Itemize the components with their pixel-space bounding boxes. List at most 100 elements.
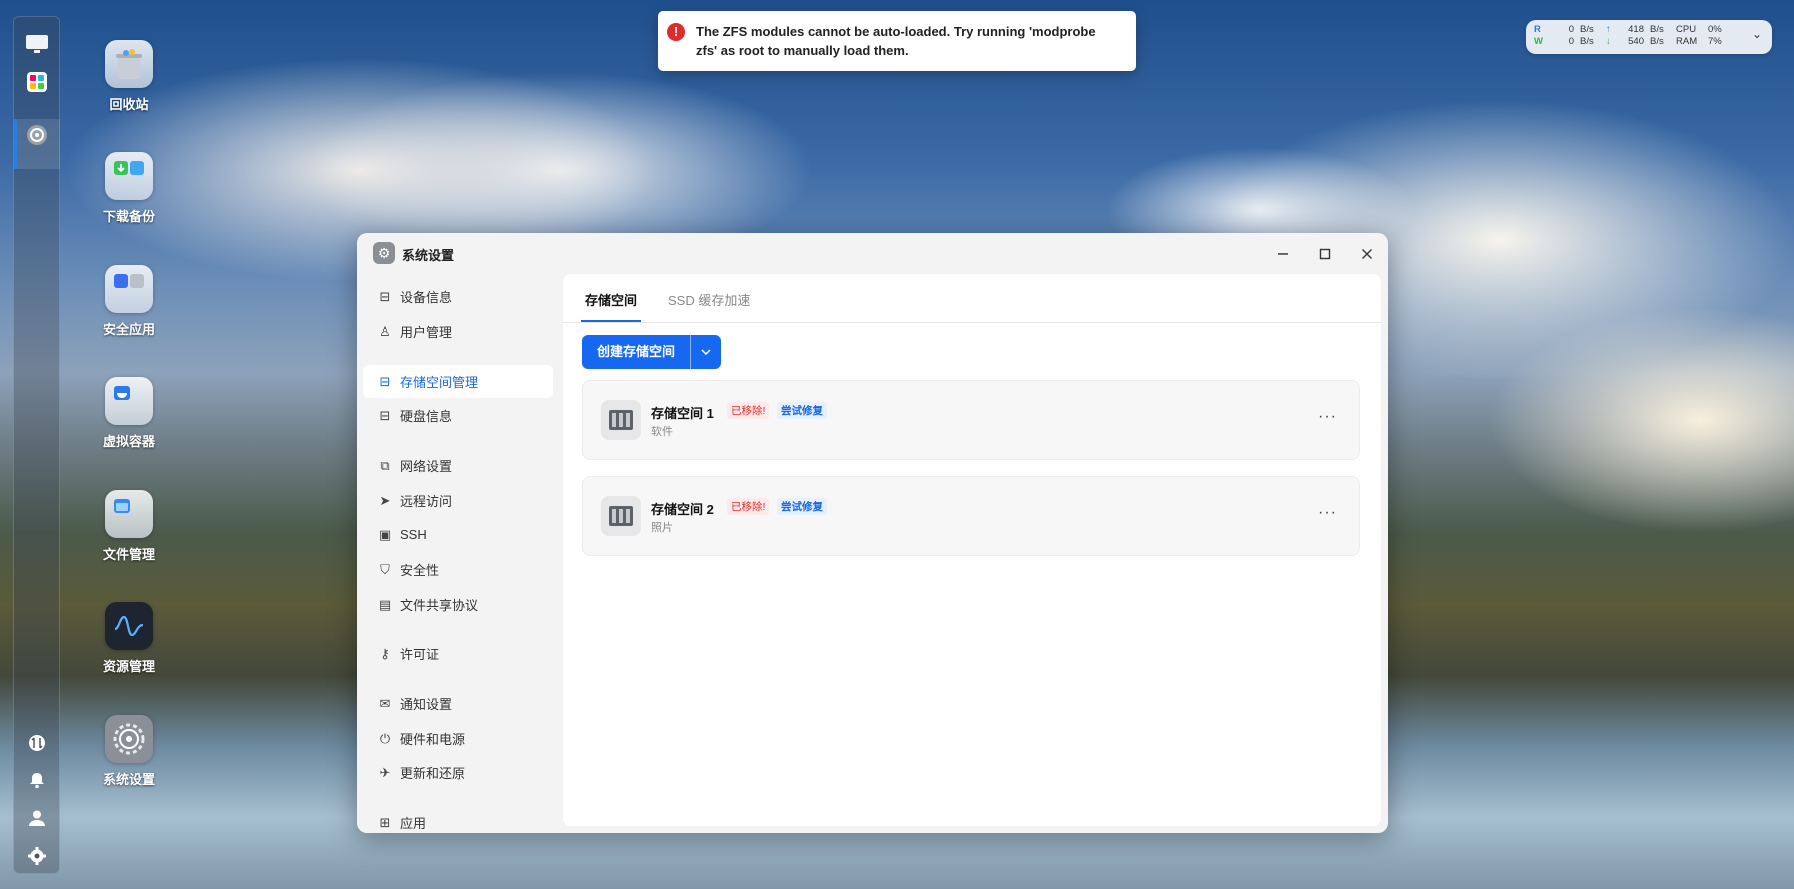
sidebar-item-update-restore[interactable]: ✈ 更新和还原 <box>363 756 553 789</box>
storage-space-card[interactable]: 存储空间 2 已移除! 尝试修复 照片 ··· <box>582 476 1360 556</box>
drive-icon: ⊟ <box>379 288 391 304</box>
tab-storage-space[interactable]: 存储空间 <box>585 290 637 309</box>
settings-gear-icon <box>105 715 153 763</box>
more-options-icon[interactable]: ··· <box>1318 408 1337 426</box>
active-tab-underline <box>581 320 641 322</box>
sidebar-item-label: 更新和还原 <box>400 766 466 781</box>
sidebar-item-security[interactable]: ⛉ 安全性 <box>363 553 553 586</box>
chevron-double-down-icon[interactable]: ⌄ <box>1752 27 1762 41</box>
minimize-icon[interactable] <box>1272 243 1294 265</box>
create-storage-button[interactable]: 创建存储空间 <box>582 335 691 369</box>
nas-drive-icon <box>601 496 641 536</box>
security-apps-icon <box>105 265 153 313</box>
docker-icon <box>105 377 153 425</box>
document-icon: ▤ <box>378 596 392 612</box>
upload-arrow-icon: ↑ <box>1606 24 1611 35</box>
sidebar-item-label: 安全性 <box>400 563 440 578</box>
close-icon[interactable] <box>1356 243 1378 265</box>
sidebar-item-user-management[interactable]: ♙ 用户管理 <box>363 315 553 348</box>
drive-icon: ⊟ <box>379 407 391 423</box>
chevron-down-icon[interactable] <box>690 335 722 369</box>
storage-icon: ⊟ <box>379 373 391 389</box>
desktop-icon-system-settings[interactable]: 系统设置 <box>96 715 162 788</box>
system-settings-window: ⚙ 系统设置 ⊟ 设备信息 ♙ 用户管理 ⊟ 存储空间管理 ⊟ 硬盘信息 ⧉ 网络设置 ➤… <box>357 233 1388 833</box>
sidebar-item-file-sharing[interactable]: ▤ 文件共享协议 <box>363 588 553 621</box>
user-gear-icon: ♙ <box>379 323 391 339</box>
desktop-icon-recycle-bin[interactable]: 回收站 <box>96 40 162 113</box>
power-icon: ⏻ <box>379 730 391 746</box>
terminal-icon: ▣ <box>378 526 392 542</box>
error-notification: ! The ZFS modules cannot be auto-loaded.… <box>658 11 1136 71</box>
monitor-icon[interactable] <box>24 31 50 57</box>
sidebar-item-network-settings[interactable]: ⧉ 网络设置 <box>363 449 553 482</box>
write-unit: B/s <box>1580 36 1594 47</box>
folder-icon <box>105 490 153 538</box>
storage-space-subtitle: 软件 <box>651 426 673 438</box>
sidebar-item-label: 设备信息 <box>400 290 453 305</box>
desktop-icon-label: 回收站 <box>109 97 149 112</box>
recycle-bin-icon <box>105 40 153 88</box>
key-icon: ⚷ <box>380 645 390 661</box>
nas-drive-icon <box>601 400 641 440</box>
desktop-icon-label: 虚拟容器 <box>102 434 155 449</box>
shield-icon: ⛉ <box>380 561 390 577</box>
write-value: 0 <box>1568 36 1574 47</box>
error-icon: ! <box>667 23 685 41</box>
system-stats-widget[interactable]: R 0 B/s ↑ 418 B/s CPU 0% W 0 B/s ↓ 540 B… <box>1526 20 1772 54</box>
more-options-icon[interactable]: ··· <box>1318 504 1337 522</box>
sidebar-item-hardware-power[interactable]: ⏻ 硬件和电源 <box>363 722 553 755</box>
desktop-icon-security-apps[interactable]: 安全应用 <box>96 265 162 338</box>
sidebar-item-label: 硬件和电源 <box>400 732 466 747</box>
transfer-icon[interactable] <box>24 730 50 756</box>
sidebar-item-label: 通知设置 <box>400 697 453 712</box>
network-icon: ⧉ <box>380 457 390 473</box>
read-unit: B/s <box>1580 24 1594 35</box>
send-icon: ➤ <box>379 492 391 508</box>
download-unit: B/s <box>1650 36 1664 47</box>
user-icon[interactable] <box>24 805 50 831</box>
upload-unit: B/s <box>1650 24 1664 35</box>
try-repair-link[interactable]: 尝试修复 <box>777 498 827 515</box>
sidebar-item-storage-management[interactable]: ⊟ 存储空间管理 <box>363 365 553 398</box>
ram-label: RAM <box>1676 36 1698 47</box>
desktop-icon-label: 资源管理 <box>102 659 155 674</box>
window-titlebar[interactable]: ⚙ 系统设置 <box>357 233 1388 274</box>
desktop-icon-download-backup[interactable]: 下载备份 <box>96 152 162 225</box>
mail-icon: ✉ <box>379 695 391 711</box>
sidebar-item-ssh[interactable]: ▣ SSH <box>363 518 553 551</box>
download-arrow-icon: ↓ <box>1606 36 1611 47</box>
desktop-icon-virtual-container[interactable]: 虚拟容器 <box>96 377 162 450</box>
sidebar-item-label: 文件共享协议 <box>400 598 479 613</box>
sidebar-item-label: 远程访问 <box>400 494 453 509</box>
app-center-icon[interactable] <box>24 69 50 95</box>
sidebar-item-apps[interactable]: ⊞ 应用 <box>363 806 553 833</box>
sidebar-item-disk-info[interactable]: ⊟ 硬盘信息 <box>363 399 553 432</box>
settings-app-icon: ⚙ <box>373 242 395 264</box>
sidebar-item-notifications[interactable]: ✉ 通知设置 <box>363 687 553 720</box>
desktop-icon-file-manager[interactable]: 文件管理 <box>96 490 162 563</box>
desktop-icon-resource-monitor[interactable]: 资源管理 <box>96 602 162 675</box>
sidebar-item-label: 网络设置 <box>400 459 453 474</box>
sidebar-item-label: 硬盘信息 <box>400 409 453 424</box>
settings-app-icon[interactable] <box>24 122 50 148</box>
sidebar-item-license[interactable]: ⚷ 许可证 <box>363 637 553 670</box>
sidebar-item-label: 应用 <box>400 816 427 831</box>
storage-space-name: 存储空间 2 <box>651 502 714 517</box>
create-storage-button-group: 创建存储空间 <box>582 335 722 369</box>
sidebar-item-device-info[interactable]: ⊟ 设备信息 <box>363 280 553 313</box>
sidebar-item-label: SSH <box>400 527 427 542</box>
activity-monitor-icon <box>105 602 153 650</box>
tab-ssd-cache[interactable]: SSD 缓存加速 <box>668 290 750 309</box>
bell-icon[interactable] <box>24 767 50 793</box>
gear-icon[interactable] <box>24 843 50 869</box>
storage-space-card[interactable]: 存储空间 1 已移除! 尝试修复 软件 ··· <box>582 380 1360 460</box>
desktop-icon-label: 文件管理 <box>102 547 155 562</box>
tab-bar: 存储空间 SSD 缓存加速 <box>563 274 1381 323</box>
maximize-icon[interactable] <box>1314 243 1336 265</box>
read-label: R <box>1534 24 1541 35</box>
desktop-icon-label: 下载备份 <box>102 209 155 224</box>
sidebar-item-remote-access[interactable]: ➤ 远程访问 <box>363 484 553 517</box>
desktop-icon-label: 系统设置 <box>102 772 155 787</box>
left-dock <box>13 16 60 874</box>
try-repair-link[interactable]: 尝试修复 <box>777 402 827 419</box>
